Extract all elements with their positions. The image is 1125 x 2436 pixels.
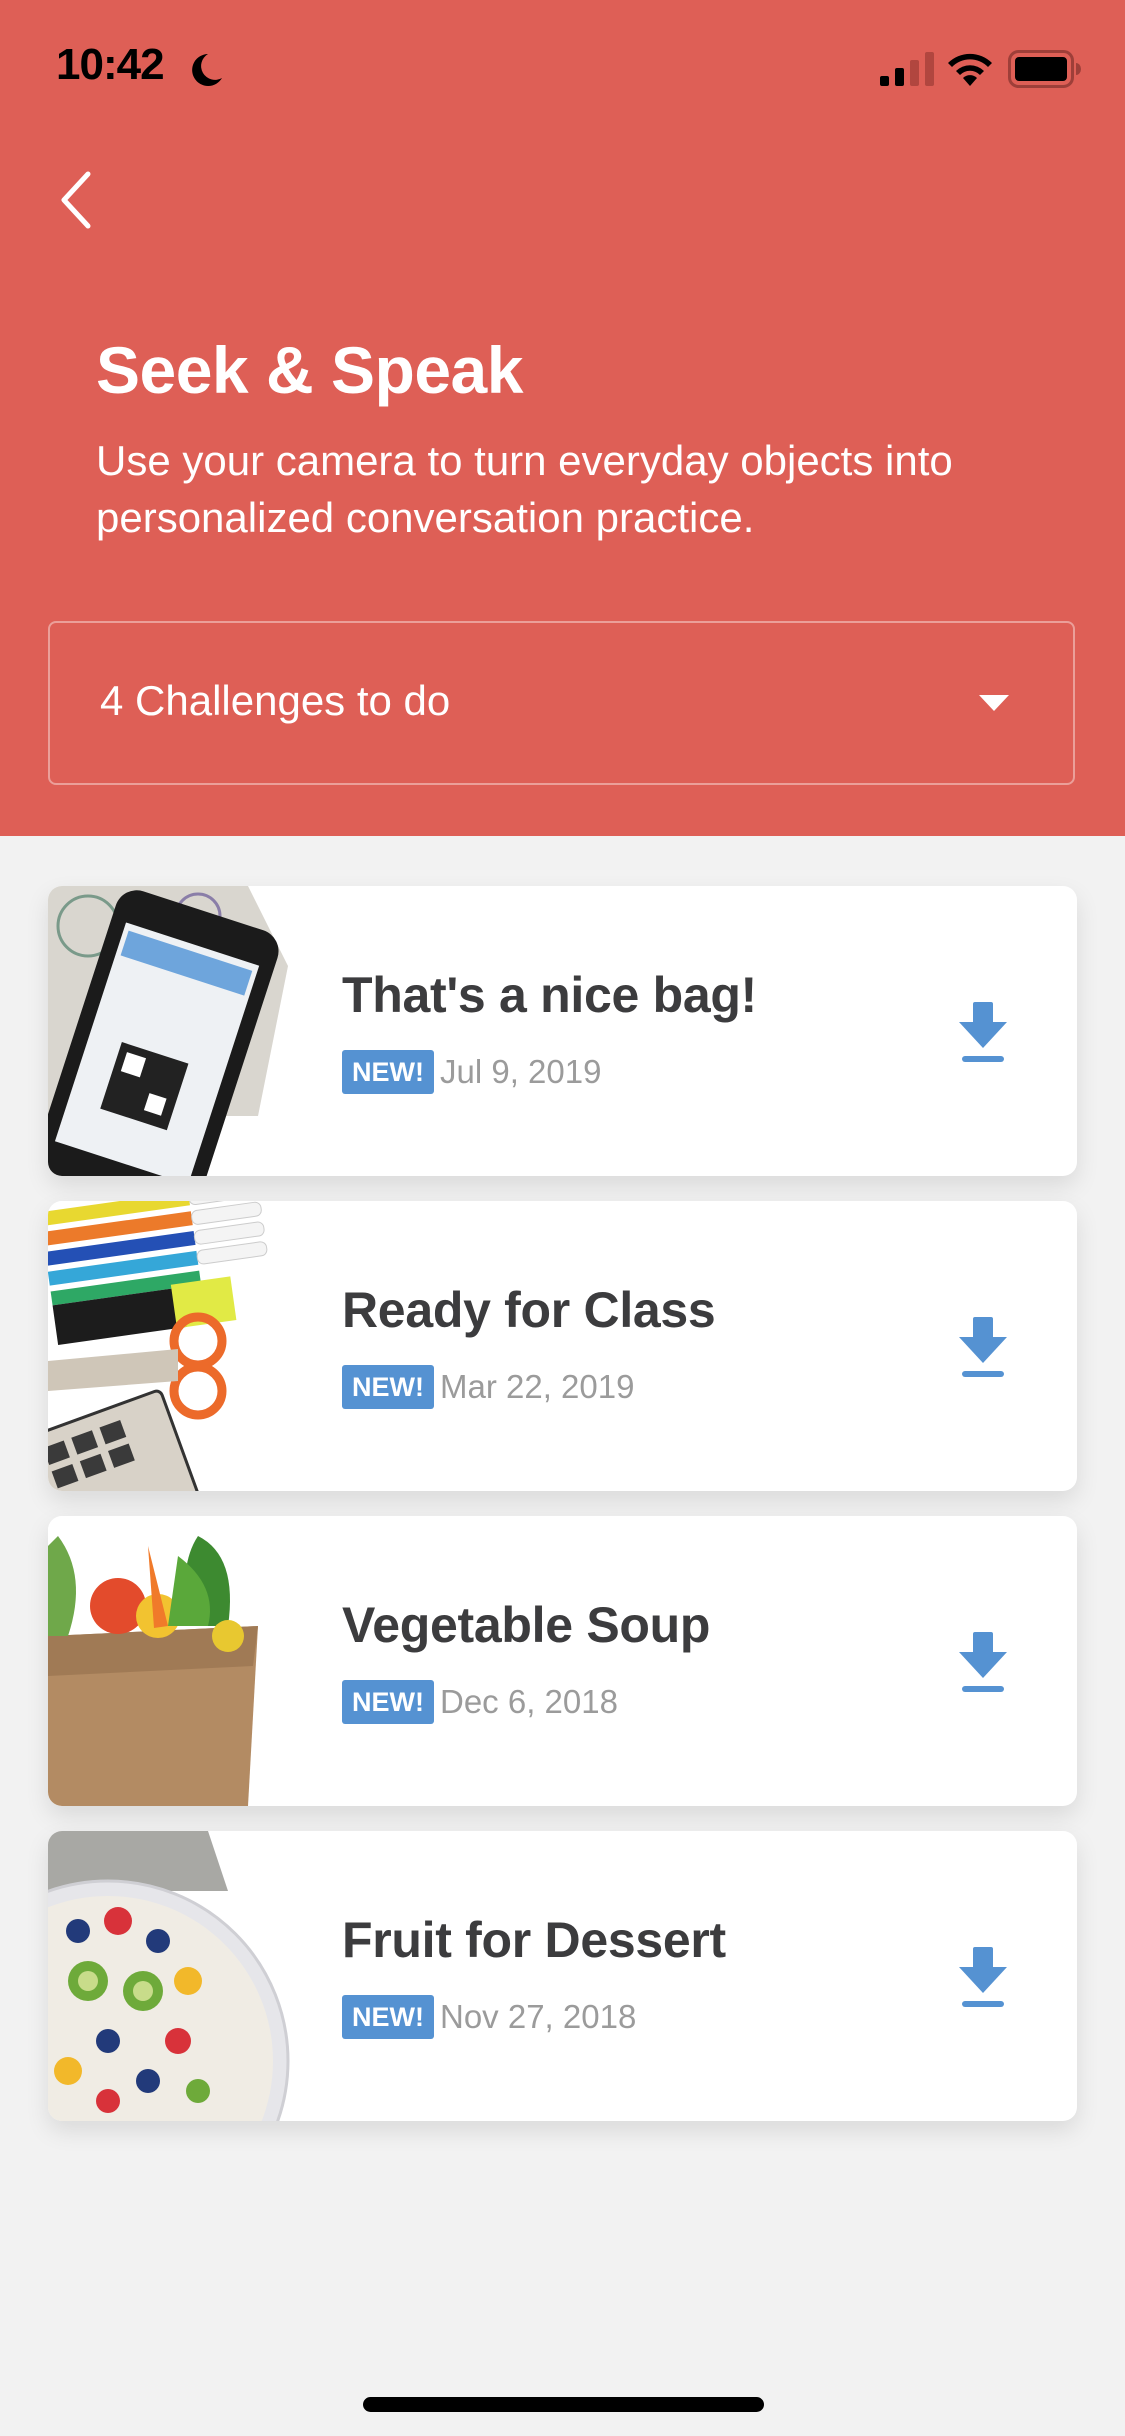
back-button[interactable] bbox=[52, 168, 102, 232]
download-icon bbox=[959, 1632, 1007, 1692]
home-indicator[interactable] bbox=[363, 2397, 764, 2412]
download-button[interactable] bbox=[953, 1628, 1013, 1698]
challenge-date: Jul 9, 2019 bbox=[440, 1053, 602, 1090]
status-time: 10:42 bbox=[56, 40, 165, 89]
download-button[interactable] bbox=[953, 1313, 1013, 1383]
download-icon bbox=[959, 1002, 1007, 1062]
challenge-date: Mar 22, 2019 bbox=[440, 1368, 635, 1405]
challenge-title: That's a nice bag! bbox=[342, 967, 757, 1023]
moon-icon bbox=[192, 54, 222, 86]
challenge-card[interactable]: Fruit for Dessert NEW! Nov 27, 2018 bbox=[48, 1831, 1077, 2121]
page-title: Seek & Speak bbox=[96, 333, 523, 407]
chevron-left-icon bbox=[61, 171, 91, 229]
caret-down-icon bbox=[979, 695, 1009, 711]
challenge-card[interactable]: That's a nice bag! NEW! Jul 9, 2019 bbox=[48, 886, 1077, 1176]
cellular-signal-icon bbox=[880, 52, 934, 86]
challenges-filter-dropdown[interactable]: 4 Challenges to do bbox=[48, 621, 1075, 785]
download-button[interactable] bbox=[953, 998, 1013, 1068]
challenge-thumbnail-school-supplies bbox=[48, 1201, 308, 1491]
challenge-thumbnail-fruit bbox=[48, 1831, 308, 2121]
download-icon bbox=[959, 1317, 1007, 1377]
challenge-title: Ready for Class bbox=[342, 1282, 716, 1338]
challenge-date: Nov 27, 2018 bbox=[440, 1998, 637, 2035]
download-button[interactable] bbox=[953, 1943, 1013, 2013]
wifi-icon bbox=[948, 53, 992, 86]
challenge-title: Fruit for Dessert bbox=[342, 1912, 726, 1968]
status-bar: 10:42 bbox=[0, 0, 1125, 132]
new-badge: NEW! bbox=[342, 1365, 434, 1409]
new-badge: NEW! bbox=[342, 1995, 434, 2039]
challenge-title: Vegetable Soup bbox=[342, 1597, 711, 1653]
new-badge: NEW! bbox=[342, 1050, 434, 1094]
header: 10:42 Seek & Speak Use your camera to tu… bbox=[0, 0, 1125, 836]
challenge-date: Dec 6, 2018 bbox=[440, 1683, 618, 1720]
dropdown-selected-value: 4 Challenges to do bbox=[100, 677, 451, 724]
new-badge: NEW! bbox=[342, 1680, 434, 1724]
challenge-thumbnail-vegetables bbox=[48, 1516, 308, 1806]
challenge-thumbnail-phone bbox=[48, 886, 308, 1176]
battery-icon bbox=[1008, 50, 1081, 88]
challenge-card[interactable]: Ready for Class NEW! Mar 22, 2019 bbox=[48, 1201, 1077, 1491]
page-subtitle: Use your camera to turn everyday objects… bbox=[96, 437, 953, 541]
download-icon bbox=[959, 1947, 1007, 2007]
challenge-card[interactable]: Vegetable Soup NEW! Dec 6, 2018 bbox=[48, 1516, 1077, 1806]
